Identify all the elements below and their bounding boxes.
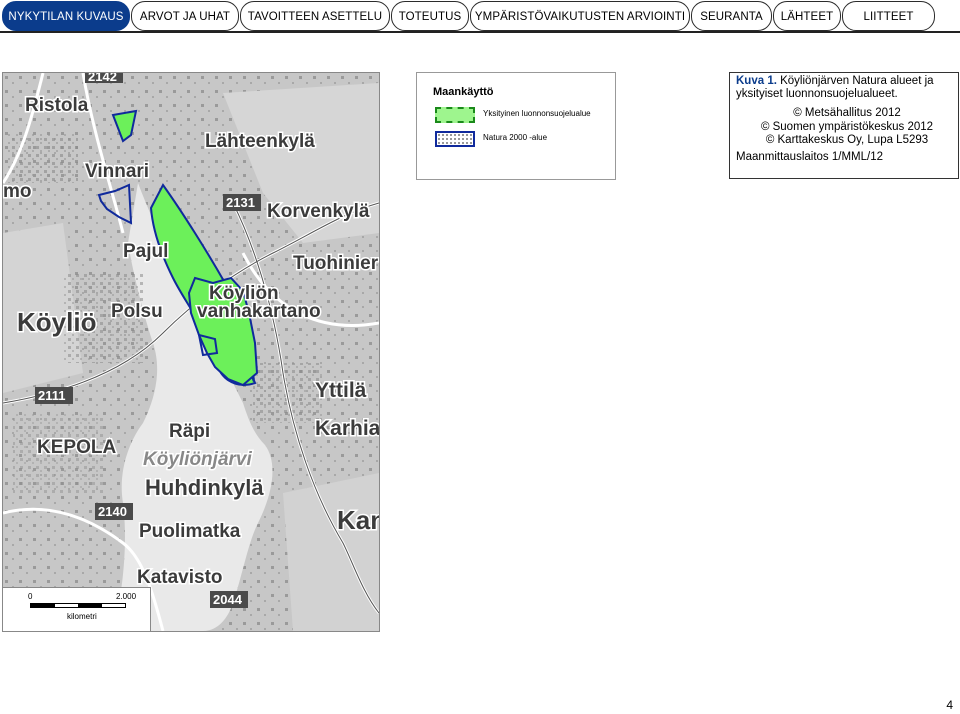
legend-swatch-private-reserve [435,107,475,123]
tab-liitteet[interactable]: LIITTEET [842,1,935,31]
road-label-2111: 2111 [38,388,66,403]
map-label-vanhakartano: vanhakartano [197,301,321,322]
map-label-mo: mo [3,181,32,202]
road-label-2131: 2131 [226,195,255,210]
tab-ymparistovaikutusten-arviointi[interactable]: YMPÄRISTÖVAIKUTUSTEN ARVIOINTI [470,1,690,31]
caption-credits: © Metsähallitus 2012 © Suomen ympäristök… [736,107,958,147]
map-legend: Maankäyttö Yksityinen luonnonsuojelualue… [416,72,616,180]
tab-toteutus[interactable]: TOTEUTUS [391,1,469,31]
legend-swatch-natura [435,131,475,147]
credit-line: © Karttakeskus Oy, Lupa L5293 [765,134,929,147]
scale-start-label: 0 [28,592,33,601]
credit-line: © Metsähallitus 2012 [793,107,901,120]
legend-label-private-reserve: Yksityinen luonnonsuojelualue [483,109,591,118]
page-number: 4 [946,698,953,712]
map-label-korvenkyla: Korvenkylä [267,201,370,222]
tab-arvot-ja-uhat[interactable]: ARVOT JA UHAT [131,1,239,31]
map-label-yttila: Yttilä [315,379,367,402]
map-label-ristola: Ristola [25,95,89,116]
map-label-lahteenkyla: Lähteenkylä [205,131,315,152]
map-image: Ristola Lähteenkylä Vinnari mo Korvenkyl… [2,72,380,632]
figure-caption: Kuva 1. Köyliönjärven Natura alueet ja y… [729,72,959,179]
tab-nykytilan-kuvaus[interactable]: NYKYTILAN KUVAUS [2,1,130,31]
map-label-puolimatka: Puolimatka [139,521,241,542]
road-label-2140: 2140 [98,504,127,519]
road-label-2044: 2044 [213,592,243,607]
map-label-koylio: Köyliö [17,307,96,337]
map-label-kepola: KEPOLA [37,437,116,458]
scale-unit-label: kilometri [67,612,97,621]
tab-seuranta[interactable]: SEURANTA [691,1,772,31]
tab-lahteet[interactable]: LÄHTEET [773,1,841,31]
map-label-tuohinier: Tuohinier [293,253,379,274]
map-scale-bar: 0 2.000 kilometri [3,587,151,631]
scale-bar-graphic [30,603,126,608]
section-tab-bar: NYKYTILAN KUVAUS ARVOT JA UHAT TAVOITTEE… [0,0,960,34]
map-label-vinnari: Vinnari [85,161,149,182]
tab-underline [0,31,960,33]
map-label-polsu: Polsu [111,301,163,322]
caption-text: Kuva 1. Köyliönjärven Natura alueet ja y… [736,75,958,101]
map-label-pajul: Pajul [123,241,168,262]
map-label-rapi: Räpi [169,421,210,442]
scale-end-label: 2.000 [116,592,137,601]
credit-line: Maanmittauslaitos 1/MML/12 [736,150,884,163]
legend-label-natura: Natura 2000 -alue [483,133,548,142]
caption-label: Kuva 1. [736,75,777,87]
road-label-2142: 2142 [88,73,117,84]
legend-title: Maankäyttö [433,86,494,98]
map-label-huhdinkyla: Huhdinkylä [145,475,264,500]
map-label-kan: Kan [337,505,379,535]
map-label-katavisto: Katavisto [137,567,223,588]
tab-tavoitteen-asettelu[interactable]: TAVOITTEEN ASETTELU [240,1,390,31]
map-label-karhia: Karhia [315,417,379,440]
credit-line: © Suomen ympäristökeskus 2012 [760,120,934,133]
map-label-koylionjarvi: Köyliönjärvi [143,449,252,470]
